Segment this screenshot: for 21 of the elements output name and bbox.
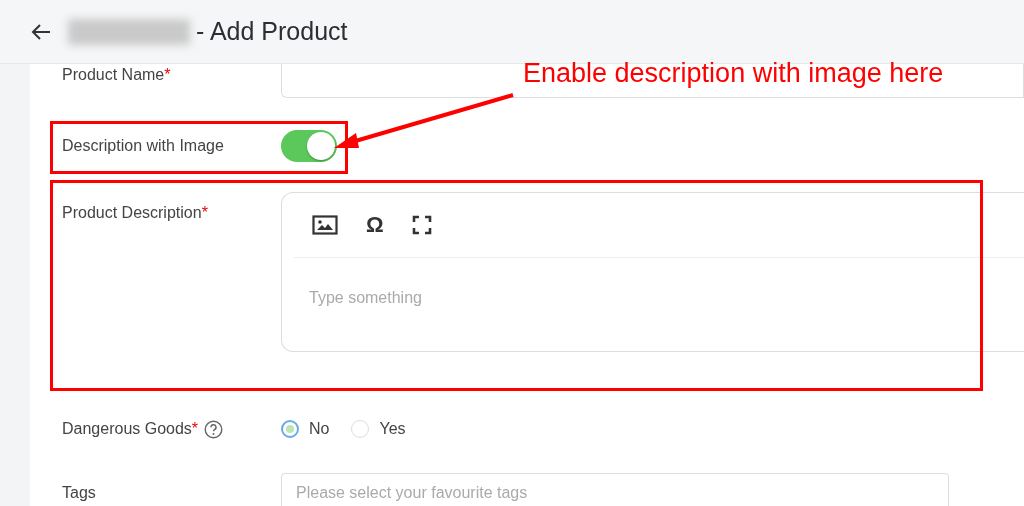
required-mark: * [191, 420, 199, 438]
tags-field[interactable]: Please select your favourite tags [281, 473, 949, 506]
required-mark: * [164, 66, 171, 84]
field-label: Dangerous Goods [62, 420, 192, 438]
back-arrow-icon[interactable] [31, 22, 51, 41]
special-character-button[interactable]: Ω [366, 214, 384, 236]
help-icon[interactable] [204, 419, 224, 439]
editor-placeholder: Type something [309, 289, 422, 306]
field-label: Product Description [62, 204, 202, 222]
image-icon[interactable] [312, 215, 338, 235]
field-label: Product Name [62, 66, 165, 84]
required-mark: * [201, 204, 208, 222]
field-label: Tags [62, 484, 96, 502]
annotation-text: Enable description with image here [523, 58, 944, 89]
toggle-switch[interactable] [281, 130, 337, 162]
field-label: Description with Image [62, 137, 224, 155]
radio-option[interactable]: Yes [351, 420, 406, 438]
radio-option[interactable]: No [281, 420, 330, 438]
fullscreen-icon[interactable] [411, 215, 432, 235]
rich-text-editor[interactable]: Ω Type something [281, 192, 1024, 352]
page-title: - Add Product [196, 17, 348, 46]
